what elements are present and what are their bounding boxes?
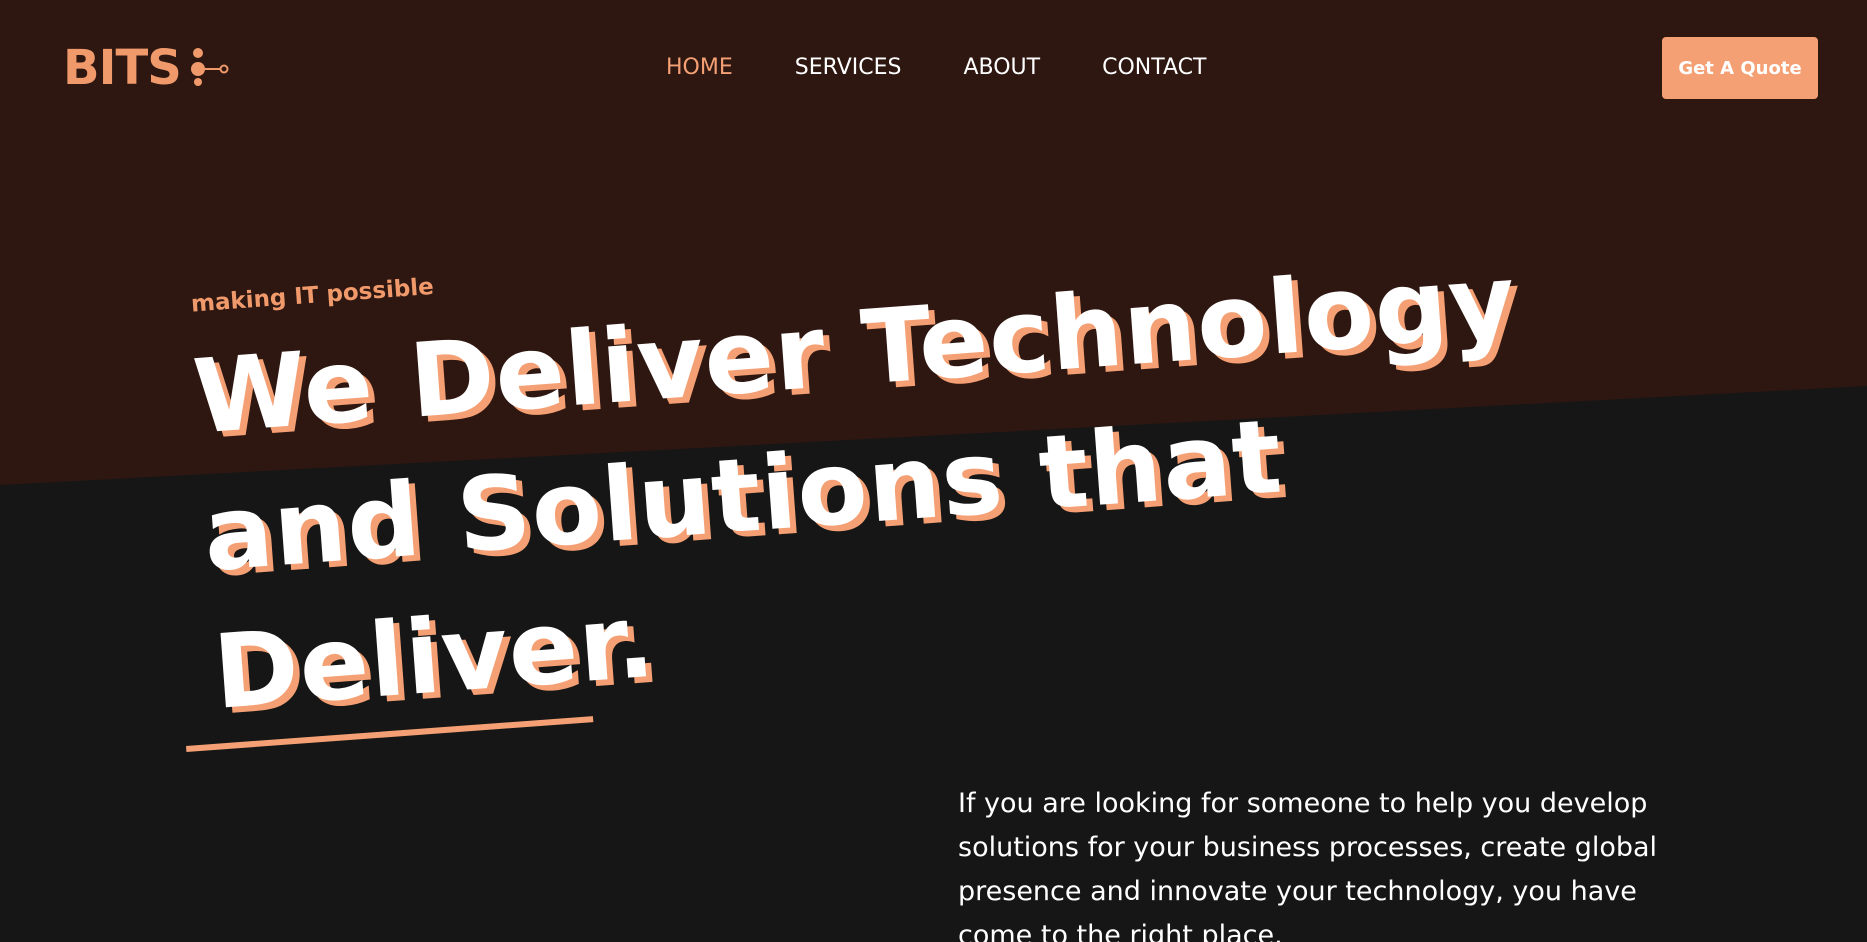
nav-services[interactable]: SERVICES [795, 52, 902, 84]
molecule-icon [190, 48, 229, 86]
nav-about[interactable]: ABOUT [963, 52, 1040, 84]
nav-home[interactable]: HOME [666, 52, 733, 84]
get-a-quote-button[interactable]: Get A Quote [1662, 37, 1818, 99]
page: BITS HOME SERVICES ABOUT CONTACT Get A Q… [0, 0, 1867, 942]
hero-headline: We Deliver Technology and Solutions that… [189, 233, 1541, 743]
main-nav: HOME SERVICES ABOUT CONTACT [666, 52, 1268, 84]
hero: making IT possible We Deliver Technology… [186, 193, 1541, 743]
nav-contact[interactable]: CONTACT [1102, 52, 1206, 84]
logo[interactable]: BITS [63, 42, 231, 94]
hero-intro-text: If you are looking for someone to help y… [958, 788, 1658, 942]
logo-text: BITS [63, 40, 182, 96]
